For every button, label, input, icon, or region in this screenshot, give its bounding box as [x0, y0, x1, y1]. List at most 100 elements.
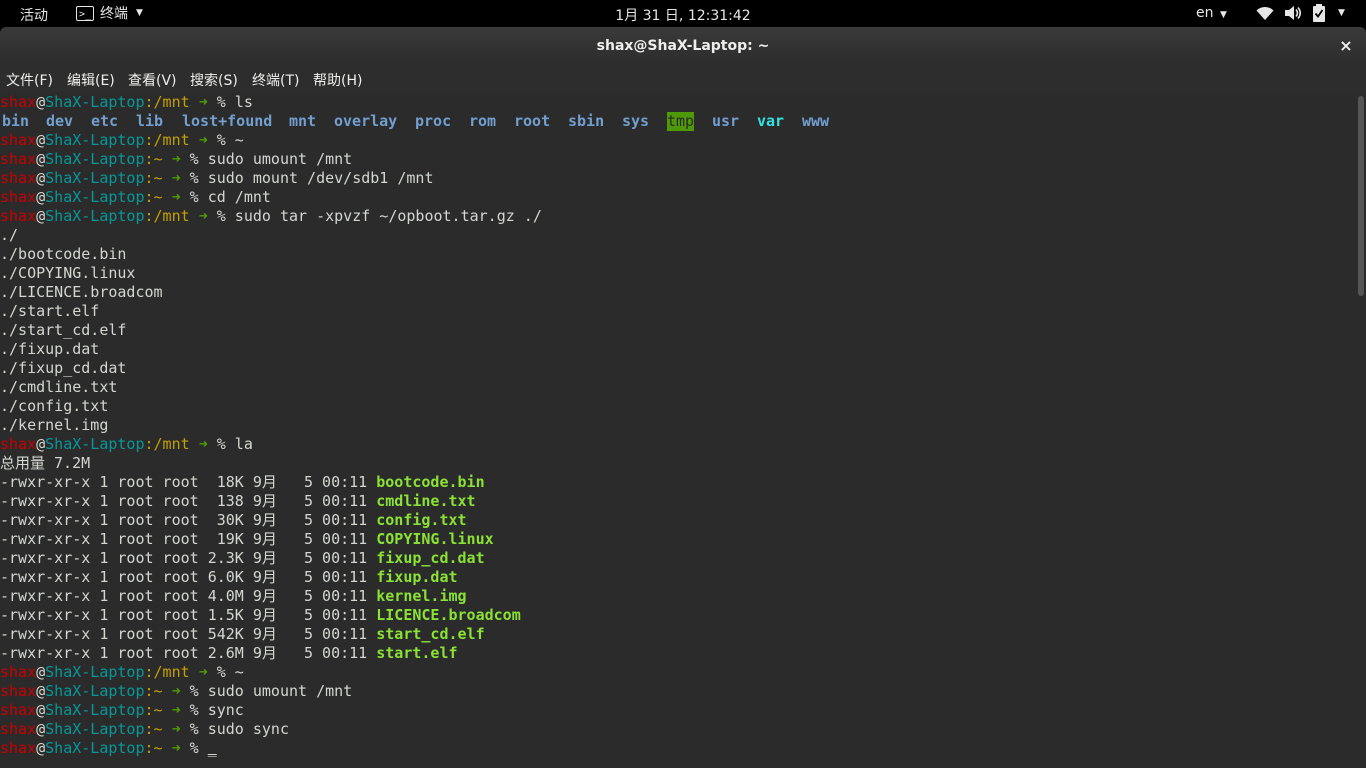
prompt-path: ~ — [153, 150, 163, 168]
directory-entry: rom — [469, 112, 497, 130]
scrollbar[interactable] — [1356, 92, 1366, 768]
file-metadata: -rwxr-xr-x 1 root root 6.0K 9月 5 00:11 — [0, 568, 377, 586]
file-metadata: -rwxr-xr-x 1 root root 138 9月 5 00:11 — [0, 492, 377, 510]
prompt-host: ShaX-Laptop — [45, 93, 145, 111]
directory-entry: bin — [2, 112, 30, 130]
prompt-at: @ — [36, 682, 46, 700]
output-line: 总用量 7.2M — [0, 454, 91, 472]
command-text: % sudo tar -xpvzf ~/opboot.tar.gz ./ — [207, 207, 542, 225]
prompt-arrow-icon: ➜ — [171, 701, 181, 719]
prompt-at: @ — [36, 150, 46, 168]
prompt-at: @ — [36, 720, 46, 738]
file-name: fixup_cd.dat — [376, 549, 485, 567]
output-line: ./bootcode.bin — [0, 245, 127, 263]
system-status-menu[interactable]: ▼ — [1256, 4, 1345, 22]
file-name: LICENCE.broadcom — [376, 606, 521, 624]
command-text: % sudo umount /mnt — [180, 682, 353, 700]
directory-entry: tmp — [667, 112, 695, 131]
prompt-arrow-icon: ➜ — [198, 207, 208, 225]
file-listing-line: -rwxr-xr-x 1 root root 6.0K 9月 5 00:11 f… — [0, 568, 1356, 587]
top-bar: 活动 >_ 终端 ▼ 1月 31 日, 12:31:42 en ▼ ▼ — [0, 0, 1366, 27]
prompt-separator: : — [144, 720, 154, 738]
file-metadata: -rwxr-xr-x 1 root root 542K 9月 5 00:11 — [0, 625, 377, 643]
directory-entry: lost+found — [182, 112, 273, 130]
terminal-output[interactable]: shax@ShaX-Laptop:/mnt ➜ % ls bin dev etc lib… — [0, 92, 1356, 768]
prompt-line: shax@ShaX-Laptop:~ ➜ % sudo umount /mnt — [0, 150, 1356, 169]
prompt-line: shax@ShaX-Laptop:~ ➜ % cd /mnt — [0, 188, 1356, 207]
file-metadata: -rwxr-xr-x 1 root root 2.3K 9月 5 00:11 — [0, 549, 377, 567]
file-name: cmdline.txt — [376, 492, 476, 510]
prompt-line: shax@ShaX-Laptop:/mnt ➜ % ~ — [0, 663, 1356, 682]
menu-help[interactable]: 帮助(H) — [313, 70, 362, 90]
prompt-separator: : — [144, 93, 154, 111]
prompt-path: /mnt — [153, 435, 190, 453]
file-listing-line: -rwxr-xr-x 1 root root 4.0M 9月 5 00:11 k… — [0, 587, 1356, 606]
prompt-separator: : — [144, 739, 154, 757]
prompt-user: shax — [0, 169, 37, 187]
terminal-icon: >_ — [76, 5, 94, 21]
text-cursor: _ — [207, 739, 217, 757]
input-language-menu[interactable]: en ▼ — [1196, 5, 1227, 21]
prompt-host: ShaX-Laptop — [45, 188, 145, 206]
prompt-path: ~ — [153, 188, 163, 206]
directory-entry: overlay — [334, 112, 398, 130]
prompt-at: @ — [36, 169, 46, 187]
output-line: ./config.txt — [0, 397, 109, 415]
file-metadata: -rwxr-xr-x 1 root root 1.5K 9月 5 00:11 — [0, 606, 377, 624]
activities-button[interactable]: 活动 — [20, 5, 48, 25]
menu-view[interactable]: 查看(V) — [128, 70, 177, 90]
prompt-at: @ — [36, 93, 46, 111]
prompt-arrow-icon: ➜ — [198, 663, 208, 681]
chevron-down-icon: ▼ — [1219, 10, 1227, 20]
menu-edit[interactable]: 编辑(E) — [67, 70, 115, 90]
prompt-path: /mnt — [153, 93, 190, 111]
file-name: fixup.dat — [376, 568, 458, 586]
menu-search[interactable]: 搜索(S) — [190, 70, 238, 90]
prompt-line: shax@ShaX-Laptop:/mnt ➜ % ~ — [0, 131, 1356, 150]
prompt-at: @ — [36, 207, 46, 225]
prompt-arrow-icon: ➜ — [171, 169, 181, 187]
clock[interactable]: 1月 31 日, 12:31:42 — [615, 8, 750, 24]
output-line: ./fixup_cd.dat — [0, 359, 127, 377]
prompt-host: ShaX-Laptop — [45, 169, 145, 187]
directory-entry: lib — [136, 112, 164, 130]
window-titlebar[interactable]: shax@ShaX-Laptop: ~ × — [0, 27, 1366, 65]
app-menu[interactable]: >_ 终端 ▼ — [76, 3, 143, 23]
prompt-line: shax@ShaX-Laptop:~ ➜ % _ — [0, 739, 1356, 758]
output-line: ./COPYING.linux — [0, 264, 136, 282]
file-listing-line: -rwxr-xr-x 1 root root 1.5K 9月 5 00:11 L… — [0, 606, 1356, 625]
prompt-host: ShaX-Laptop — [45, 150, 145, 168]
close-button[interactable]: × — [1338, 36, 1354, 55]
battery-icon — [1313, 4, 1325, 22]
prompt-line: shax@ShaX-Laptop:~ ➜ % sudo sync — [0, 720, 1356, 739]
command-text: % — [180, 739, 208, 757]
file-name: start_cd.elf — [376, 625, 485, 643]
prompt-separator: : — [144, 169, 154, 187]
directory-entry: sys — [622, 112, 650, 130]
file-name: COPYING.linux — [376, 530, 494, 548]
prompt-separator: : — [144, 701, 154, 719]
file-name: config.txt — [376, 511, 467, 529]
command-text: % ls — [207, 93, 253, 111]
chevron-down-icon: ▼ — [136, 8, 143, 18]
file-listing-line: -rwxr-xr-x 1 root root 18K 9月 5 00:11 bo… — [0, 473, 1356, 492]
file-metadata: -rwxr-xr-x 1 root root 4.0M 9月 5 00:11 — [0, 587, 377, 605]
prompt-separator: : — [144, 131, 154, 149]
command-text: % ~ — [207, 663, 244, 681]
prompt-at: @ — [36, 435, 46, 453]
prompt-separator: : — [144, 663, 154, 681]
file-metadata: -rwxr-xr-x 1 root root 18K 9月 5 00:11 — [0, 473, 377, 491]
output-line: ./fixup.dat — [0, 340, 100, 358]
prompt-arrow-icon: ➜ — [171, 188, 181, 206]
prompt-path: /mnt — [153, 131, 190, 149]
prompt-arrow-icon: ➜ — [171, 739, 181, 757]
prompt-host: ShaX-Laptop — [45, 701, 145, 719]
prompt-path: ~ — [153, 720, 163, 738]
menu-file[interactable]: 文件(F) — [6, 70, 53, 90]
scrollbar-thumb[interactable] — [1358, 96, 1364, 296]
command-text: % la — [207, 435, 253, 453]
output-line: ./start.elf — [0, 302, 100, 320]
prompt-arrow-icon: ➜ — [171, 720, 181, 738]
prompt-user: shax — [0, 131, 37, 149]
menu-terminal[interactable]: 终端(T) — [252, 70, 299, 90]
